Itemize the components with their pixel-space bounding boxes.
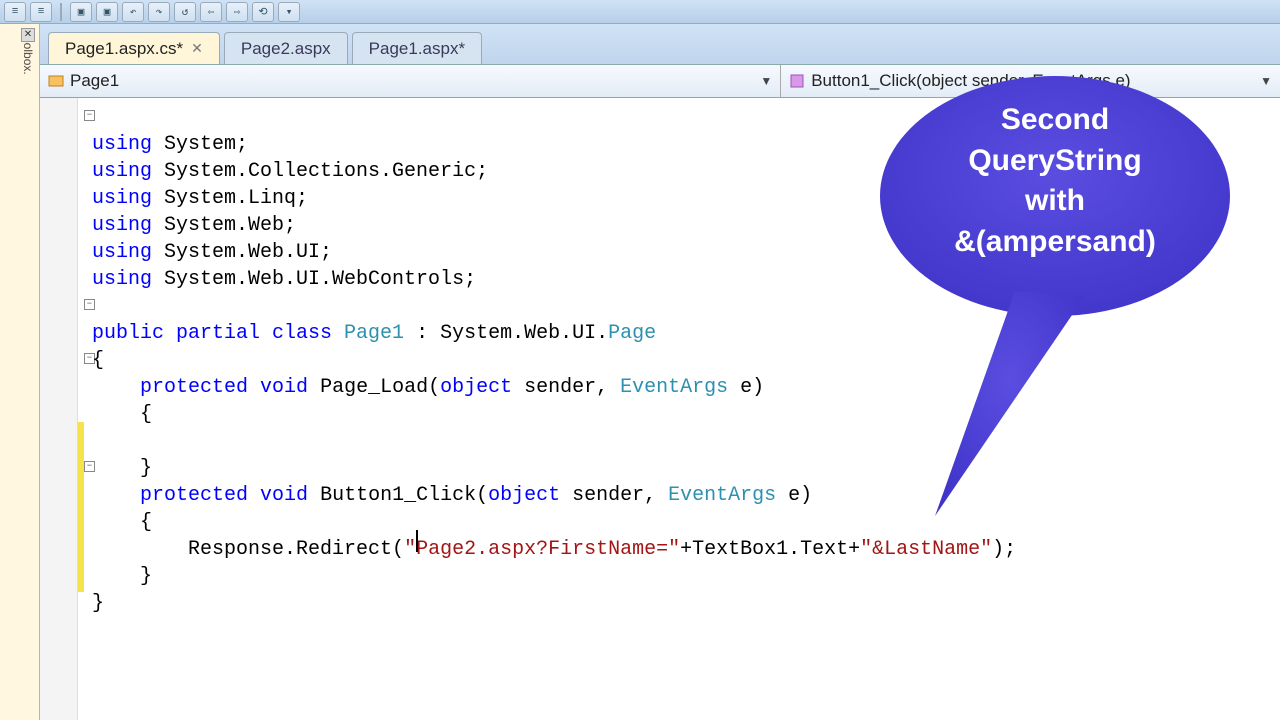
tab-page2-aspx[interactable]: Page2.aspx bbox=[224, 32, 348, 64]
toolbar-button[interactable]: ↶ bbox=[122, 2, 144, 22]
code-line: using System.Linq; bbox=[92, 187, 308, 210]
toolbar-button[interactable]: ⇦ bbox=[200, 2, 222, 22]
member-selector-label: Button1_Click(object sender, EventArgs e… bbox=[811, 71, 1130, 91]
toolbar-button[interactable]: ▣ bbox=[96, 2, 118, 22]
code-line: } bbox=[92, 457, 152, 480]
change-margin bbox=[78, 98, 86, 720]
type-selector-label: Page1 bbox=[70, 71, 119, 91]
member-selector[interactable]: Button1_Click(object sender, EventArgs e… bbox=[781, 65, 1280, 97]
editor-gutter bbox=[40, 98, 78, 720]
tab-page1-cs[interactable]: Page1.aspx.cs* ✕ bbox=[48, 32, 220, 64]
code-line: using System.Web.UI.WebControls; bbox=[92, 268, 476, 291]
code-content[interactable]: using System; using System.Collections.G… bbox=[92, 104, 1280, 644]
code-line bbox=[92, 295, 104, 318]
text-caret bbox=[416, 530, 418, 552]
toolbar-button[interactable]: ⟲ bbox=[252, 2, 274, 22]
toolbar-button[interactable]: ↷ bbox=[148, 2, 170, 22]
chevron-down-icon: ▼ bbox=[1260, 74, 1272, 88]
code-line: { bbox=[92, 349, 104, 372]
toolbox-panel[interactable]: ✕ Toolbox. bbox=[0, 24, 40, 720]
code-line: protected void Page_Load(object sender, … bbox=[92, 376, 764, 399]
tab-label: Page1.aspx* bbox=[369, 39, 465, 59]
toolbar-button[interactable]: ≡ bbox=[4, 2, 26, 22]
chevron-down-icon: ▼ bbox=[760, 74, 772, 88]
class-icon bbox=[48, 73, 64, 89]
code-line: public partial class Page1 : System.Web.… bbox=[92, 322, 656, 345]
code-line: { bbox=[92, 511, 152, 534]
toolbar-button[interactable]: ▾ bbox=[278, 2, 300, 22]
code-line: Response.Redirect("Page2.aspx?FirstName=… bbox=[92, 538, 1016, 561]
code-line: using System.Web; bbox=[92, 214, 296, 237]
toolbar-button[interactable]: ≡ bbox=[30, 2, 52, 22]
code-line: using System.Web.UI; bbox=[92, 241, 332, 264]
code-line: protected void Button1_Click(object send… bbox=[92, 484, 812, 507]
main-toolbar: ≡ ≡ ▣ ▣ ↶ ↷ ↺ ⇦ ⇨ ⟲ ▾ bbox=[0, 0, 1280, 24]
code-line: } bbox=[92, 565, 152, 588]
toolbar-button[interactable]: ⇨ bbox=[226, 2, 248, 22]
close-icon[interactable]: ✕ bbox=[191, 40, 203, 57]
toolbar-separator bbox=[60, 3, 62, 21]
tab-label: Page2.aspx bbox=[241, 39, 331, 59]
code-line: { bbox=[92, 403, 152, 426]
close-icon[interactable]: ✕ bbox=[21, 28, 35, 42]
code-line: } bbox=[92, 592, 104, 615]
modified-marker bbox=[78, 422, 84, 592]
code-line bbox=[92, 430, 104, 453]
member-navigator: Page1 ▼ Button1_Click(object sender, Eve… bbox=[40, 64, 1280, 98]
method-icon bbox=[789, 73, 805, 89]
toolbar-button[interactable]: ▣ bbox=[70, 2, 92, 22]
type-selector[interactable]: Page1 ▼ bbox=[40, 65, 781, 97]
toolbar-button[interactable]: ↺ bbox=[174, 2, 196, 22]
code-line: using System.Collections.Generic; bbox=[92, 160, 488, 183]
code-line: using System; bbox=[92, 133, 248, 156]
document-tabs: Page1.aspx.cs* ✕ Page2.aspx Page1.aspx* bbox=[40, 24, 1280, 64]
tab-label: Page1.aspx.cs* bbox=[65, 39, 183, 59]
tab-page1-aspx[interactable]: Page1.aspx* bbox=[352, 32, 482, 64]
code-editor[interactable]: − − − − using System; using System.Colle… bbox=[40, 98, 1280, 720]
